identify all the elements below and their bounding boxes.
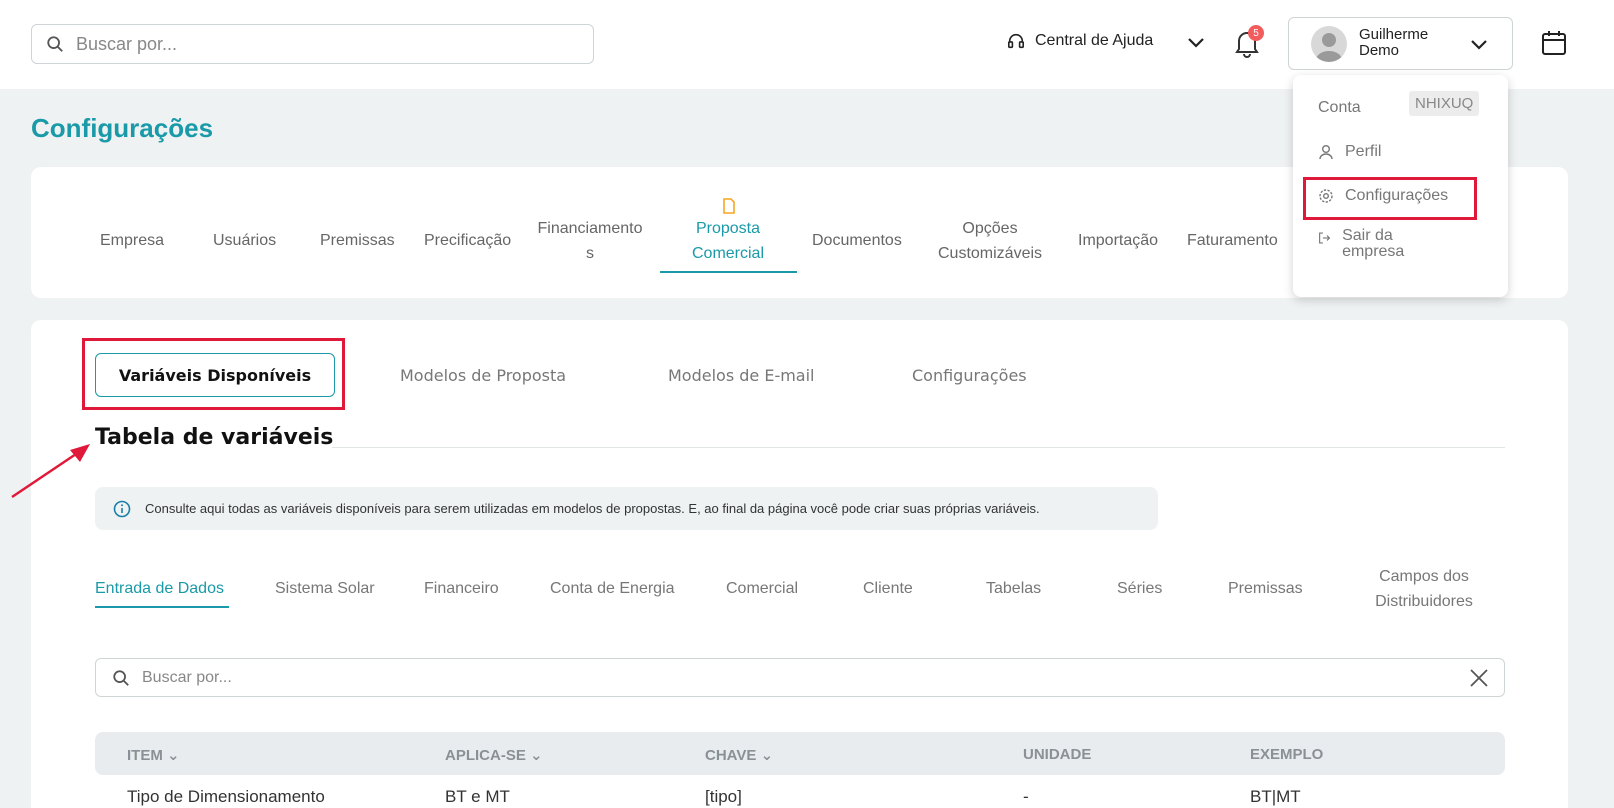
column-header-item[interactable]: ITEM ⌄	[127, 746, 180, 764]
nav-tab-faturamento[interactable]: Faturamento	[1187, 228, 1278, 253]
table-cell: BT e MT	[445, 787, 510, 806]
menu-item-sair[interactable]: Sair da empresa	[1318, 228, 1438, 260]
nav-tab-premissas[interactable]: Premissas	[320, 228, 395, 253]
chevron-down-icon: ⌄	[530, 747, 543, 764]
category-cliente[interactable]: Cliente	[863, 576, 913, 601]
annotation-arrow	[11, 444, 90, 499]
table-cell: -	[1023, 787, 1029, 806]
highlight-box	[1303, 177, 1477, 220]
highlight-box	[82, 338, 345, 410]
column-header-exemplo: EXEMPLO	[1250, 746, 1324, 763]
close-icon[interactable]	[1470, 669, 1488, 687]
column-header-unidade: UNIDADE	[1023, 746, 1092, 763]
nav-tab-documentos[interactable]: Documentos	[812, 228, 902, 253]
logout-icon	[1319, 232, 1331, 244]
user-menu-button[interactable]: Guilherme Demo	[1288, 17, 1513, 70]
category-comercial[interactable]: Comercial	[726, 576, 798, 601]
account-code-badge: NHIXUQ	[1409, 91, 1480, 116]
info-banner: Consulte aqui todas as variáveis disponí…	[95, 487, 1158, 530]
category-sistema-solar[interactable]: Sistema Solar	[275, 576, 375, 601]
table-search-input[interactable]: Buscar por...	[95, 658, 1505, 697]
active-tab-indicator	[660, 271, 797, 273]
avatar	[1311, 26, 1347, 62]
help-label: Central de Ajuda	[1035, 32, 1154, 49]
user-icon	[1319, 145, 1333, 160]
chevron-down-icon[interactable]	[1186, 33, 1206, 58]
column-header-aplica-se[interactable]: APLICA-SE ⌄	[445, 746, 543, 764]
nav-tab-empresa[interactable]: Empresa	[100, 228, 164, 253]
divider	[332, 447, 1505, 448]
info-icon	[113, 500, 131, 517]
chevron-down-icon: ⌄	[167, 747, 180, 764]
category-premissas[interactable]: Premissas	[1228, 576, 1303, 601]
menu-item-perfil[interactable]: Perfil	[1318, 143, 1381, 161]
table-cell: Tipo de Dimensionamento	[127, 787, 325, 806]
tab-modelos-de-email[interactable]: Modelos de E-mail	[668, 366, 815, 385]
section-title: Tabela de variáveis	[95, 425, 334, 450]
calendar-icon[interactable]	[1541, 30, 1567, 61]
active-category-indicator	[95, 606, 229, 608]
category-financeiro[interactable]: Financeiro	[424, 576, 499, 601]
global-search-input[interactable]: Buscar por...	[31, 24, 594, 64]
chevron-down-icon: ⌄	[760, 747, 774, 764]
nav-tab-importacao[interactable]: Importação	[1078, 228, 1158, 253]
nav-tab-precificacao[interactable]: Precificação	[424, 228, 511, 253]
chevron-down-icon	[1469, 35, 1489, 60]
help-center-link[interactable]: Central de Ajuda	[1007, 32, 1153, 50]
tab-configuracoes[interactable]: Configurações	[912, 366, 1027, 385]
search-icon	[113, 670, 129, 686]
nav-tab-opcoes-customizaveis[interactable]: Opções Customizáveis	[935, 216, 1045, 266]
category-series[interactable]: Séries	[1117, 576, 1162, 601]
category-entrada-de-dados[interactable]: Entrada de Dados	[95, 576, 224, 601]
tab-modelos-de-proposta[interactable]: Modelos de Proposta	[400, 366, 566, 385]
category-tabelas[interactable]: Tabelas	[986, 576, 1041, 601]
category-conta-de-energia[interactable]: Conta de Energia	[550, 576, 675, 601]
info-text: Consulte aqui todas as variáveis disponí…	[145, 501, 1040, 516]
nav-tab-financiamentos[interactable]: Financiamento s	[535, 216, 645, 266]
table-cell: [tipo]	[705, 787, 742, 806]
headset-icon	[1007, 33, 1025, 49]
menu-item-label: Sair da empresa	[1342, 227, 1405, 260]
table-cell: BT|MT	[1250, 787, 1301, 806]
account-label: Conta	[1318, 99, 1361, 116]
notification-badge: 5	[1248, 25, 1264, 41]
user-name: Guilherme Demo	[1359, 26, 1429, 59]
table-header: ITEM ⌄ APLICA-SE ⌄ CHAVE ⌄ UNIDADE EXEMP…	[95, 732, 1505, 775]
nav-tab-proposta-comercial[interactable]: Proposta Comercial	[680, 216, 776, 266]
search-placeholder: Buscar por...	[142, 669, 232, 686]
menu-item-label: Perfil	[1345, 143, 1382, 160]
nav-tab-usuarios[interactable]: Usuários	[213, 228, 276, 253]
column-header-chave[interactable]: CHAVE ⌄	[705, 746, 773, 764]
category-campos-dos-distribuidores[interactable]: Campos dos Distribuidores	[1364, 564, 1484, 614]
